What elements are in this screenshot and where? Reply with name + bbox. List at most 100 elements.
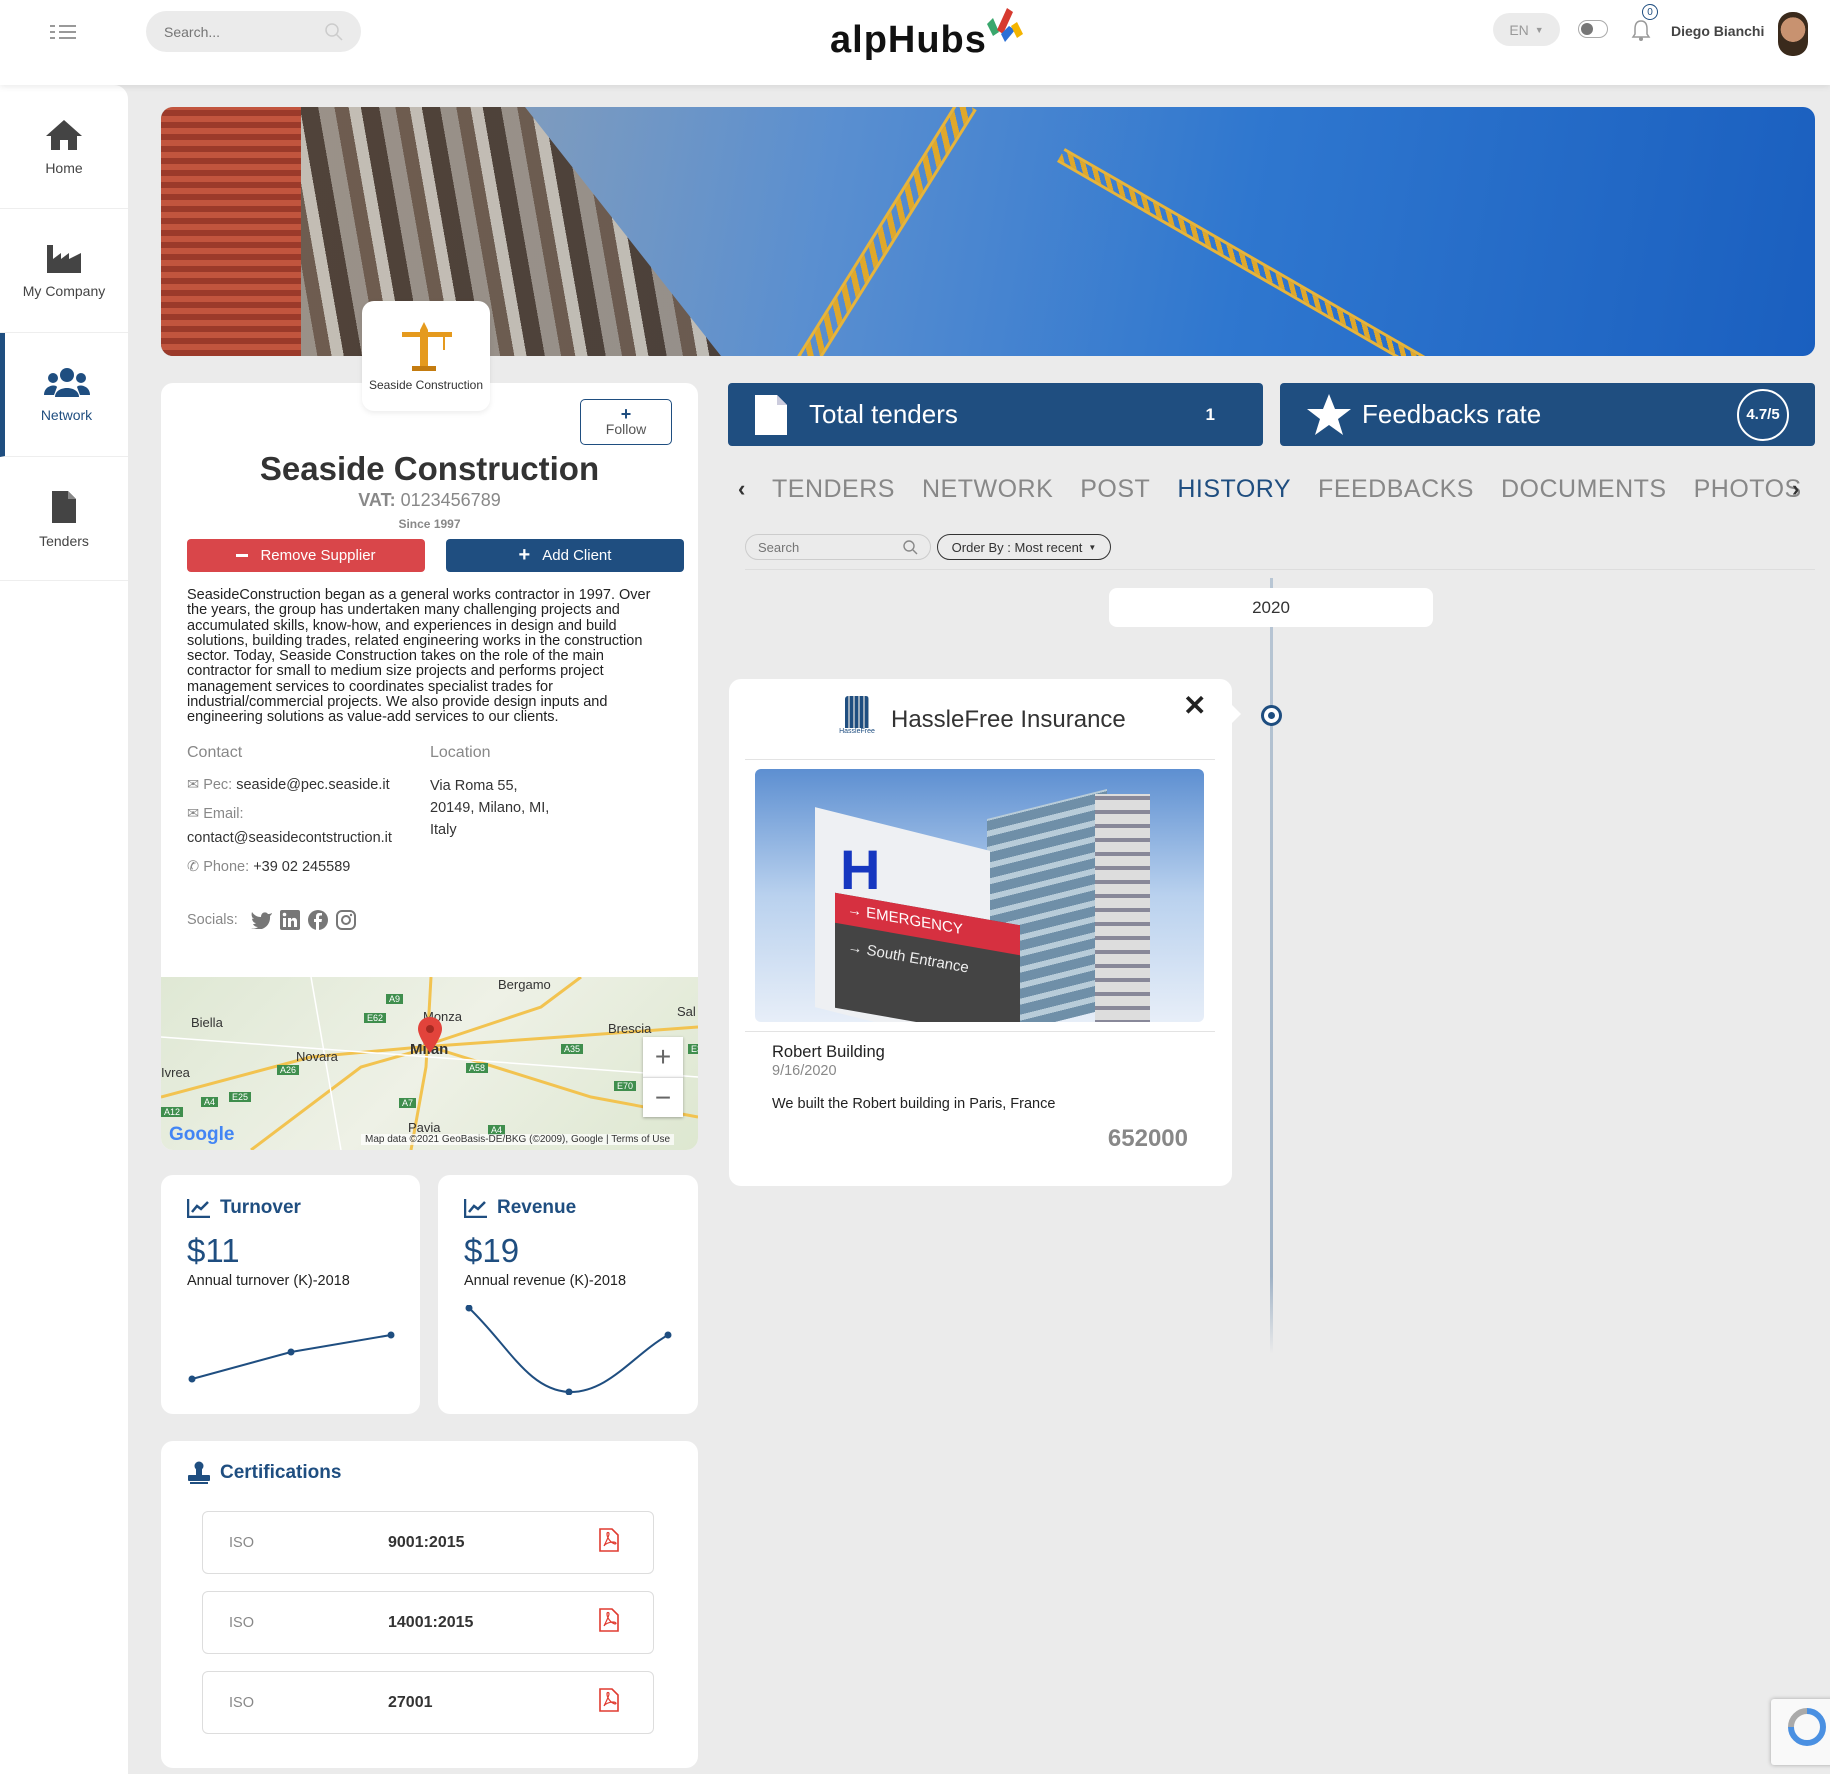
company-name: Seaside Construction	[259, 450, 600, 487]
crane-logo-icon	[402, 322, 452, 371]
tabs: TENDERS NETWORK POST HISTORY FEEDBACKS D…	[772, 475, 1802, 504]
tab-tenders[interactable]: TENDERS	[772, 475, 895, 504]
timeline-year: 2020	[1109, 588, 1433, 627]
tab-post[interactable]: POST	[1080, 475, 1150, 504]
instagram-icon[interactable]	[335, 910, 356, 930]
user-avatar[interactable]	[1778, 12, 1808, 56]
contact-info: ✉ Pec: seaside@pec.seaside.it ✉ Email: c…	[187, 777, 392, 875]
close-icon[interactable]: ✕	[1183, 689, 1206, 722]
revenue-value: $19	[464, 1232, 520, 1269]
map-zoom-in-button[interactable]: +	[643, 1037, 683, 1077]
tab-feedbacks[interactable]: FEEDBACKS	[1318, 475, 1474, 504]
home-icon	[46, 119, 82, 150]
email-link[interactable]: contact@seasidecontstruction.it	[187, 828, 392, 848]
linkedin-icon[interactable]	[279, 910, 300, 930]
menu-toggle-icon[interactable]	[50, 24, 78, 45]
sidebar-item-my-company[interactable]: My Company	[0, 209, 128, 333]
project-description: We built the Robert building in Paris, F…	[772, 1096, 1056, 1112]
project-photo[interactable]: H → EMERGENCY → South Entrance	[755, 769, 1204, 1022]
feedback-rating-badge: 4.7/5	[1737, 388, 1789, 441]
plus-icon: +	[518, 544, 531, 566]
sidebar: Home My Company Network Tenders	[0, 85, 128, 1774]
timeline-line	[1270, 578, 1273, 1354]
users-icon	[43, 367, 90, 397]
turnover-caption: Annual turnover (K)-2018	[187, 1273, 350, 1289]
tab-history[interactable]: HISTORY	[1177, 475, 1291, 504]
revenue-sparkline	[465, 1305, 672, 1395]
history-search-input[interactable]	[758, 539, 888, 555]
location-map[interactable]: Bergamo Biella Monza Brescia Novara Mila…	[161, 977, 698, 1150]
file-icon	[755, 394, 787, 435]
logo-mark-icon	[986, 8, 1023, 42]
minus-icon	[236, 554, 249, 557]
theme-toggle[interactable]	[1578, 20, 1608, 38]
phone-icon: ✆	[187, 858, 200, 875]
sidebar-item-tenders[interactable]: Tenders	[0, 457, 128, 581]
caret-down-icon: ▼	[1088, 542, 1097, 552]
history-search[interactable]	[745, 534, 931, 560]
search-icon[interactable]	[903, 539, 918, 555]
pec-link[interactable]: seaside@pec.seaside.it	[236, 777, 389, 793]
add-client-button[interactable]: + Add Client	[446, 539, 684, 572]
certification-item[interactable]: ISO 14001:2015	[202, 1591, 654, 1654]
location-heading: Location	[430, 744, 491, 761]
turnover-sparkline	[188, 1331, 395, 1383]
notifications-badge: 0	[1642, 4, 1658, 20]
map-pin-icon[interactable]	[416, 1017, 444, 1057]
notifications-button[interactable]: 0	[1630, 4, 1658, 47]
card-divider	[745, 1031, 1215, 1032]
facebook-icon[interactable]	[307, 910, 328, 930]
header-search-input[interactable]	[164, 23, 314, 40]
turnover-card: Turnover $11 Annual turnover (K)-2018	[161, 1175, 420, 1414]
feedbacks-rate-stat[interactable]: Feedbacks rate 4.7/5	[1280, 383, 1815, 446]
map-zoom-out-button[interactable]: −	[643, 1077, 683, 1117]
envelope-icon: ✉	[187, 806, 200, 823]
phone-link[interactable]: +39 02 245589	[253, 859, 350, 875]
location-address: Via Roma 55, 20149, Milano, MI, Italy	[430, 778, 550, 838]
filter-divider	[745, 569, 1815, 570]
remove-supplier-button[interactable]: Remove Supplier	[187, 539, 425, 572]
pdf-icon[interactable]	[599, 1528, 619, 1557]
envelope-outline-icon: ✉	[187, 777, 200, 793]
sidebar-item-network[interactable]: Network	[0, 333, 128, 457]
pdf-icon[interactable]	[599, 1688, 619, 1717]
socials: Socials:	[187, 910, 356, 930]
timeline-marker-icon	[1261, 705, 1282, 726]
company-since: Since 1997	[398, 517, 461, 531]
certification-item[interactable]: ISO 9001:2015	[202, 1511, 654, 1574]
user-name[interactable]: Diego Bianchi	[1671, 23, 1764, 39]
twitter-icon[interactable]	[249, 911, 272, 929]
history-entry-card: HassleFree HassleFree Insurance ✕ H → EM…	[729, 679, 1241, 1186]
factory-icon	[47, 244, 81, 273]
recaptcha-badge[interactable]	[1771, 1699, 1830, 1765]
recaptcha-icon	[1788, 1708, 1826, 1746]
file-icon	[52, 490, 76, 523]
caret-down-icon: ▼	[1534, 24, 1544, 35]
insurer-logo: HassleFree	[837, 696, 877, 748]
certification-item[interactable]: ISO 27001	[202, 1671, 654, 1734]
certifications-card: Certifications ISO 9001:2015 ISO 14001:201…	[161, 1441, 698, 1768]
follow-button[interactable]: + Follow	[580, 399, 672, 445]
language-selector[interactable]: EN ▼	[1493, 13, 1560, 46]
search-icon[interactable]	[325, 22, 343, 41]
app-logo[interactable]: alpHubs	[830, 8, 1023, 62]
company-description: SeasideConstruction began as a general w…	[187, 587, 651, 726]
card-divider	[745, 759, 1215, 760]
revenue-caption: Annual revenue (K)-2018	[464, 1273, 627, 1289]
tab-documents[interactable]: DOCUMENTS	[1501, 475, 1667, 504]
tab-photos[interactable]: PHOTOS	[1694, 475, 1802, 504]
map-terms-link[interactable]: Terms of Use	[611, 1134, 670, 1145]
tab-scroll-right[interactable]: ›	[1792, 476, 1799, 502]
plus-icon: +	[620, 404, 632, 424]
google-logo: Google	[169, 1124, 235, 1145]
insurer-name[interactable]: HassleFree Insurance	[891, 706, 1126, 734]
header-search[interactable]	[146, 11, 361, 52]
sidebar-item-home[interactable]: Home	[0, 85, 128, 209]
company-vat: VAT: 0123456789	[358, 490, 501, 510]
tab-network[interactable]: NETWORK	[922, 475, 1053, 504]
revenue-card: Revenue $19 Annual revenue (K)-2018	[438, 1175, 698, 1414]
total-tenders-stat[interactable]: Total tenders 1	[728, 383, 1263, 446]
tab-scroll-left[interactable]: ‹	[738, 476, 745, 502]
pdf-icon[interactable]	[599, 1608, 619, 1637]
order-by-dropdown[interactable]: Order By : Most recent ▼	[937, 534, 1111, 560]
